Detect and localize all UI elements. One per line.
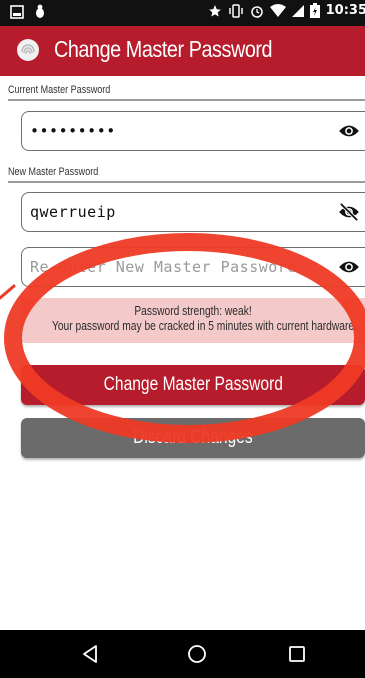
back-icon[interactable] (78, 642, 102, 666)
image-icon (10, 4, 24, 19)
new-password-field[interactable]: qwerrueip (21, 192, 365, 232)
change-button-label: Change Master Password (103, 374, 283, 395)
reenter-password-placeholder: Re-enter New Master Password (30, 258, 297, 276)
current-password-field[interactable]: ••••••••• (21, 111, 365, 151)
current-password-label: Current Master Password (8, 84, 111, 96)
discard-changes-button[interactable]: Discard Changes (21, 418, 365, 458)
battery-icon (309, 3, 320, 18)
annotation-pointer-line (0, 284, 16, 300)
change-master-password-button[interactable]: Change Master Password (21, 365, 365, 405)
reenter-password-field[interactable]: Re-enter New Master Password (21, 247, 365, 287)
eye-icon[interactable] (338, 122, 360, 140)
star-icon (208, 4, 221, 17)
navigation-bar (0, 630, 365, 678)
section-divider (8, 181, 365, 183)
eye-off-icon[interactable] (338, 203, 360, 221)
discard-button-label: Discard Changes (133, 427, 253, 448)
signal-icon (291, 4, 304, 17)
new-password-value: qwerrueip (30, 203, 116, 221)
password-strength-banner: Password strength: weak! Your password m… (21, 298, 365, 343)
eye-icon[interactable] (338, 258, 360, 276)
vibrate-icon (228, 3, 243, 18)
alarm-icon (250, 5, 263, 18)
status-right-icons: 10:35 (208, 3, 365, 18)
recent-apps-icon[interactable] (285, 642, 309, 666)
status-left-icons (10, 4, 46, 19)
status-time: 10:35 (325, 3, 365, 18)
home-icon[interactable] (185, 642, 209, 666)
new-password-label: New Master Password (8, 166, 99, 178)
current-password-value: ••••••••• (30, 122, 116, 140)
page-title: Change Master Password (54, 36, 273, 62)
section-divider (8, 99, 365, 101)
bug-icon (36, 4, 44, 18)
wifi-icon (269, 3, 286, 17)
app-bar: Change Master Password (0, 26, 365, 76)
status-bar: 10:35 (0, 0, 365, 26)
strength-title: Password strength: weak! (134, 304, 252, 318)
strength-detail: Your password may be cracked in 5 minute… (51, 319, 357, 333)
fingerprint-icon (17, 39, 39, 61)
